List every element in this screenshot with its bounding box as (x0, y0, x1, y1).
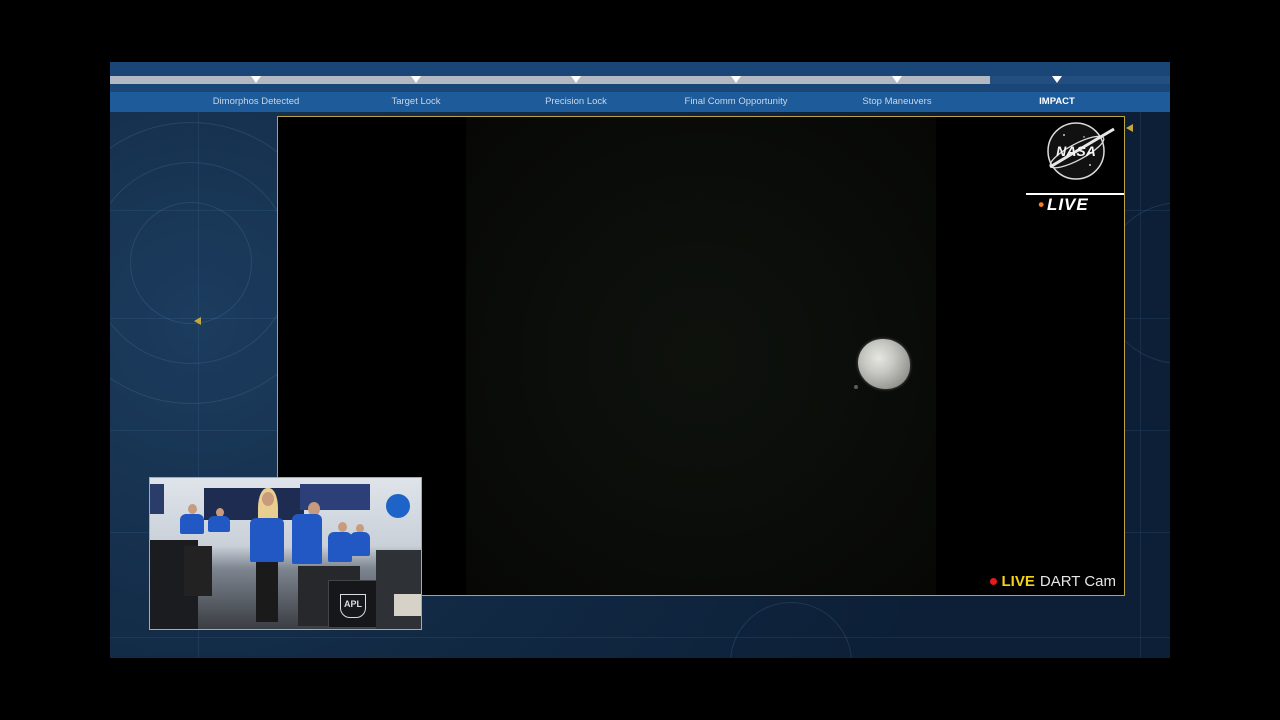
asteroid-fragment (854, 385, 858, 389)
dart-camera-feed (466, 117, 936, 595)
milestone-impact: IMPACT (982, 62, 1132, 112)
milestone-marker-icon (892, 76, 902, 83)
live-dot-icon: • (1038, 195, 1045, 214)
wall-screen (150, 484, 164, 514)
mission-control-pip[interactable]: APL (149, 477, 422, 630)
record-dot-icon (989, 578, 997, 585)
console-desk (376, 550, 421, 629)
milestone-label: Precision Lock (545, 96, 607, 107)
milestone-final-comm-opportunity: Final Comm Opportunity (661, 62, 811, 112)
camera-name: DART Cam (1039, 573, 1116, 590)
mission-timeline: Dimorphos Detected Target Lock Precision… (110, 62, 1170, 112)
left-pointer-icon (1126, 124, 1133, 132)
milestone-label: Dimorphos Detected (212, 96, 300, 107)
milestone-label: IMPACT (1039, 96, 1075, 107)
milestone-target-lock: Target Lock (341, 62, 491, 112)
live-badge: • LIVE (1038, 195, 1124, 217)
nasa-meatball-icon (386, 494, 410, 518)
milestone-precision-lock: Precision Lock (501, 62, 651, 112)
asteroid-dimorphos (858, 339, 910, 389)
bg-grid-line (1140, 62, 1141, 658)
milestone-label: Stop Maneuvers (862, 96, 932, 107)
camera-live-text: LIVE (1001, 573, 1035, 590)
nasa-logo-text: NASA (1056, 143, 1096, 159)
live-badge-text: LIVE (1046, 195, 1089, 214)
left-pointer-icon (194, 317, 201, 325)
milestone-label: Target Lock (391, 96, 441, 107)
bg-ring (730, 602, 852, 658)
milestone-marker-icon (1052, 76, 1062, 83)
milestone-marker-icon (251, 76, 261, 83)
milestone-label: Final Comm Opportunity (684, 96, 788, 107)
milestone-marker-icon (571, 76, 581, 83)
bg-grid-line (110, 637, 1170, 638)
office-chair (184, 546, 212, 596)
apl-logo: APL (340, 594, 366, 618)
camera-label: LIVE DART Cam (989, 573, 1116, 591)
nasa-logo-icon: NASA (1047, 122, 1115, 180)
milestone-dimorphos-detected: Dimorphos Detected (181, 62, 331, 112)
paper-stack (394, 594, 421, 616)
milestone-marker-icon (411, 76, 421, 83)
milestone-marker-icon (731, 76, 741, 83)
milestone-stop-maneuvers: Stop Maneuvers (822, 62, 972, 112)
